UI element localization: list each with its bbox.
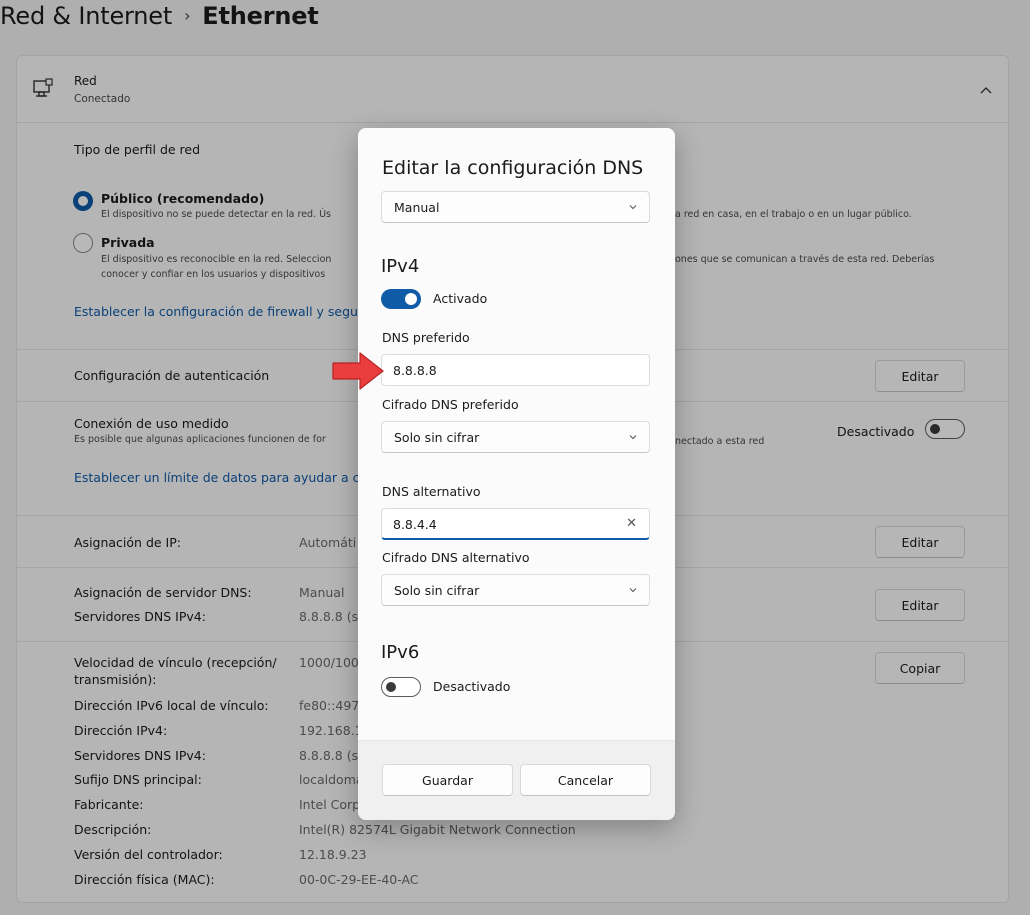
alternate-dns-value: 8.8.4.4 — [393, 517, 437, 532]
cancel-button[interactable]: Cancelar — [520, 764, 651, 796]
dns-mode-value: Manual — [394, 200, 440, 215]
preferred-dns-value: 8.8.8.8 — [393, 363, 437, 378]
ipv6-toggle[interactable] — [381, 677, 421, 697]
chevron-down-icon — [629, 205, 637, 210]
dialog-title: Editar la configuración DNS — [382, 157, 644, 179]
preferred-encryption-label: Cifrado DNS preferido — [382, 397, 519, 412]
ipv4-toggle[interactable] — [381, 289, 421, 309]
alternate-encryption-select[interactable]: Solo sin cifrar — [381, 574, 650, 606]
alternate-dns-label: DNS alternativo — [382, 484, 481, 499]
ipv6-heading: IPv6 — [381, 642, 420, 663]
alternate-encryption-value: Solo sin cifrar — [394, 583, 480, 598]
chevron-down-icon — [629, 435, 637, 440]
alternate-dns-input[interactable]: 8.8.4.4 ✕ — [381, 508, 650, 540]
alternate-encryption-label: Cifrado DNS alternativo — [382, 550, 530, 565]
dns-mode-select[interactable]: Manual — [381, 191, 650, 223]
preferred-encryption-select[interactable]: Solo sin cifrar — [381, 421, 650, 453]
dns-settings-dialog: Editar la configuración DNS Manual IPv4 … — [358, 128, 675, 820]
preferred-encryption-value: Solo sin cifrar — [394, 430, 480, 445]
ipv4-heading: IPv4 — [381, 256, 420, 277]
ipv4-toggle-label: Activado — [433, 291, 488, 306]
preferred-dns-label: DNS preferido — [382, 330, 470, 345]
arrow-right-icon — [332, 352, 384, 390]
save-button[interactable]: Guardar — [382, 764, 513, 796]
clear-icon[interactable]: ✕ — [626, 516, 637, 531]
ipv6-toggle-label: Desactivado — [433, 679, 511, 694]
preferred-dns-input[interactable]: 8.8.8.8 — [381, 354, 650, 386]
chevron-down-icon — [629, 588, 637, 593]
